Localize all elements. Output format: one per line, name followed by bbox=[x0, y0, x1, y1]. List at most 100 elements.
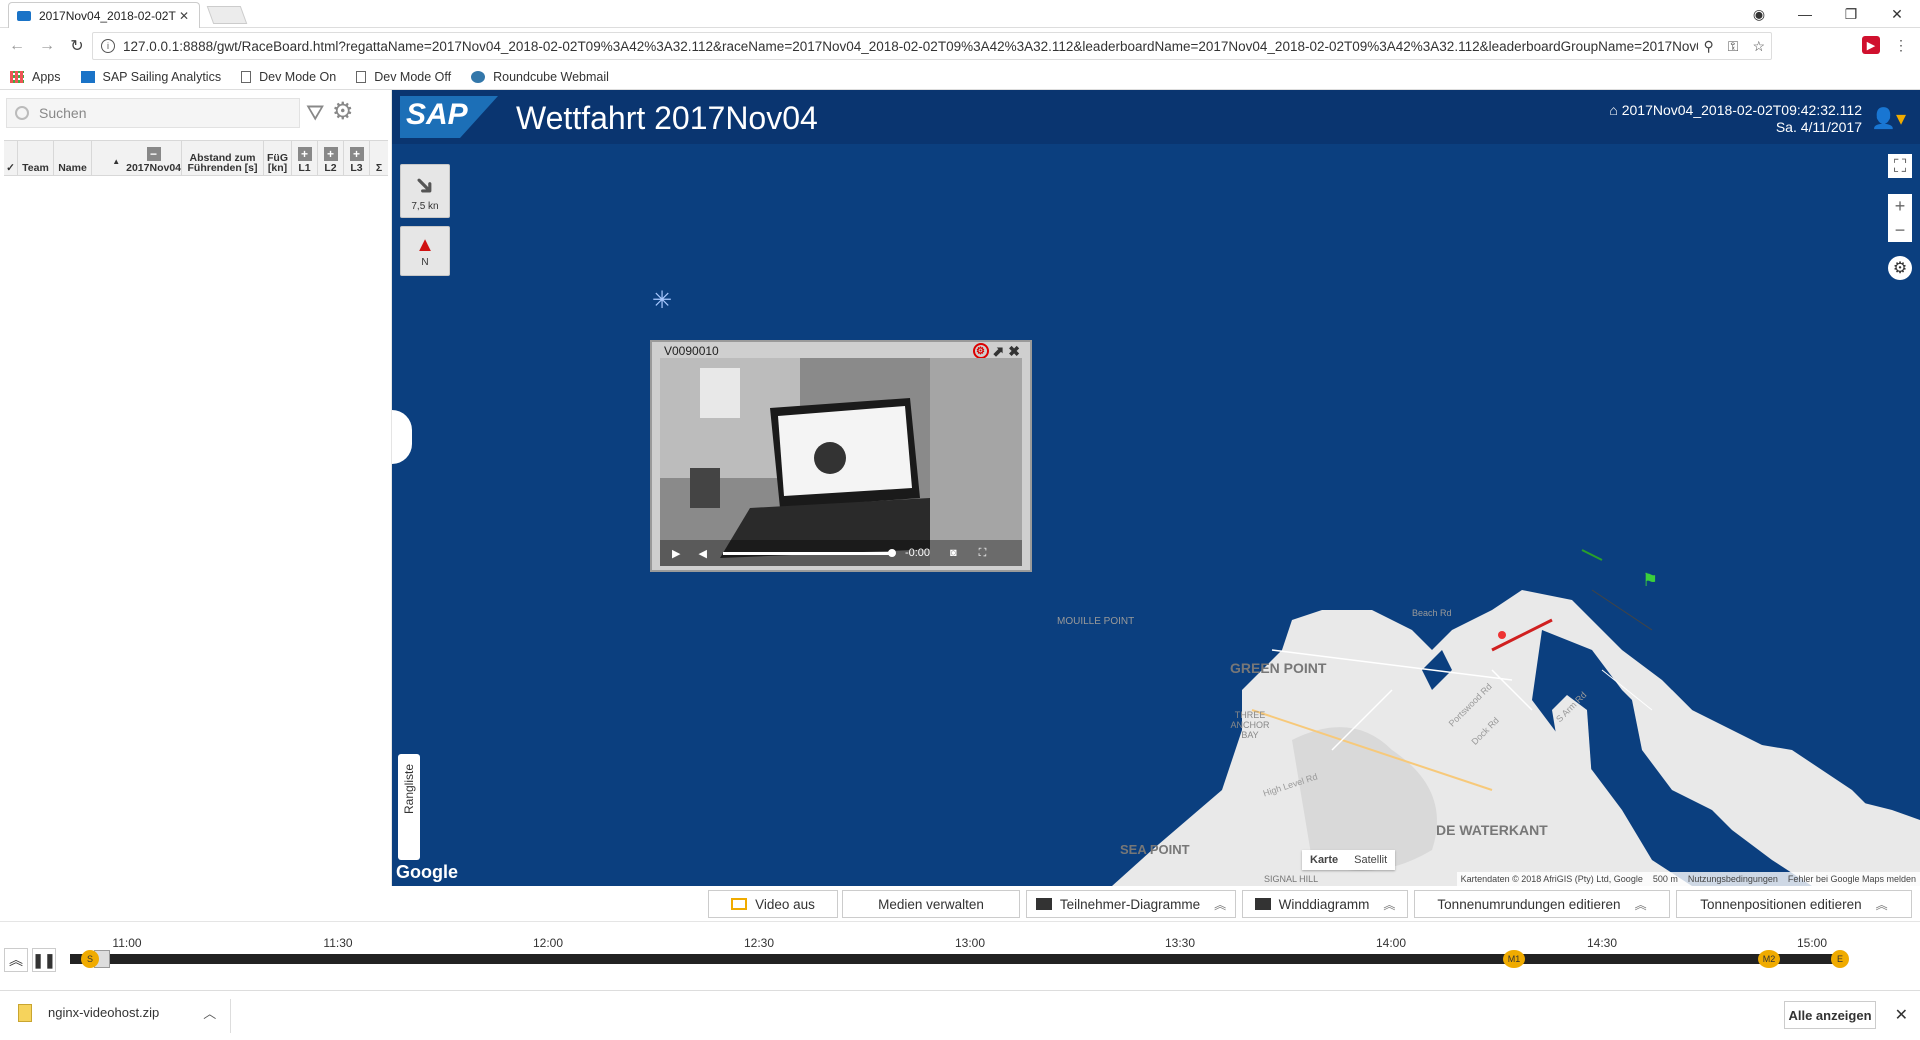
fullscreen-icon[interactable]: ⛶ bbox=[1888, 154, 1912, 178]
zoom-out-button[interactable]: − bbox=[1888, 218, 1912, 242]
bookmark-sap[interactable]: SAP Sailing Analytics bbox=[80, 69, 222, 84]
col-name[interactable]: Name bbox=[54, 141, 92, 175]
forward-button[interactable]: → bbox=[34, 33, 60, 59]
col-leg1[interactable]: + L1 bbox=[292, 141, 318, 175]
bookmark-label: SAP Sailing Analytics bbox=[102, 69, 222, 84]
edit-roundings-button[interactable]: Tonnenumrundungen editieren ︽ bbox=[1414, 890, 1670, 918]
url-field[interactable]: i 127.0.0.1:8888/gwt/RaceBoard.html?rega… bbox=[92, 32, 1772, 60]
extension-icon[interactable]: ▶ bbox=[1862, 36, 1880, 54]
participant-charts-button[interactable]: Teilnehmer-Diagramme ︽ bbox=[1026, 890, 1236, 918]
wind-sensor-icon[interactable]: ✳ bbox=[652, 286, 672, 315]
boat-marker[interactable] bbox=[1498, 631, 1506, 639]
end-marker[interactable]: E bbox=[1831, 950, 1849, 968]
bookmark-roundcube[interactable]: Roundcube Webmail bbox=[471, 70, 609, 84]
vr-icon[interactable]: ◙ bbox=[950, 547, 957, 559]
url-text: 127.0.0.1:8888/gwt/RaceBoard.html?regatt… bbox=[123, 38, 1738, 54]
wind-chart-button[interactable]: Winddiagramm ︽ bbox=[1242, 890, 1408, 918]
map-settings-icon[interactable]: ⚙ bbox=[1888, 256, 1912, 280]
profile-icon[interactable]: ◉ bbox=[1736, 0, 1782, 28]
home-icon[interactable]: ⌂ bbox=[1609, 102, 1621, 118]
bookmark-label: Apps bbox=[32, 69, 61, 84]
minimize-button[interactable]: — bbox=[1782, 0, 1828, 28]
sort-asc-icon: ▲ bbox=[112, 157, 121, 166]
menu-icon[interactable]: ⋮ bbox=[1892, 36, 1910, 54]
close-window-button[interactable]: ✕ bbox=[1874, 0, 1920, 28]
close-tab-icon[interactable]: ✕ bbox=[177, 9, 191, 23]
mute-icon[interactable]: ◀ bbox=[698, 547, 706, 560]
terms-link[interactable]: Nutzungsbedingungen bbox=[1688, 874, 1778, 884]
bookmark-label: Dev Mode Off bbox=[374, 69, 452, 84]
back-button[interactable]: ← bbox=[4, 33, 30, 59]
video-progress[interactable] bbox=[722, 548, 896, 557]
button-label: Tonnenpositionen editieren bbox=[1700, 896, 1862, 912]
map-label-sea-point: SEA POINT bbox=[1120, 842, 1190, 857]
timeline-track[interactable] bbox=[70, 954, 1842, 964]
zoom-icon[interactable]: ⚲ bbox=[1704, 38, 1714, 55]
expand-leg-button[interactable]: + bbox=[297, 147, 312, 161]
mark2-marker[interactable]: M2 bbox=[1758, 950, 1780, 968]
fullscreen-video-icon[interactable]: ⛶ bbox=[979, 547, 987, 560]
zoom-in-button[interactable]: + bbox=[1888, 194, 1912, 218]
user-menu-icon[interactable]: 👤▾ bbox=[1871, 106, 1906, 131]
collapse-race-button[interactable]: − bbox=[146, 147, 161, 161]
filter-icon[interactable]: ⛛ bbox=[306, 102, 328, 124]
manage-media-button[interactable]: Medien verwalten bbox=[842, 890, 1020, 918]
report-link[interactable]: Fehler bei Google Maps melden bbox=[1788, 874, 1916, 884]
bookmark-dev-off[interactable]: Dev Mode Off bbox=[356, 70, 451, 84]
wind-indicator[interactable]: ➜ 7,5 kn bbox=[400, 164, 450, 218]
collapse-timeline-icon[interactable]: ︽ bbox=[4, 948, 28, 972]
search-input[interactable]: Suchen bbox=[6, 98, 300, 128]
download-item[interactable]: nginx-videohost.zip ︿ bbox=[18, 1003, 216, 1022]
restore-button[interactable]: ❐ bbox=[1828, 0, 1874, 28]
video-popup[interactable]: V0090010 ⚙ ⬈ ✖ ▶ ◀ -0:00 ◙ ⛶ bbox=[650, 340, 1032, 572]
bookmarks-bar: Apps SAP Sailing Analytics Dev Mode On D… bbox=[0, 64, 1920, 90]
flag-icon[interactable]: ⚑ bbox=[1642, 570, 1658, 591]
close-downloads-icon[interactable]: ✕ bbox=[1895, 1005, 1908, 1025]
video-control-bar: ▶ ◀ -0:00 ◙ ⛶ bbox=[660, 540, 1022, 566]
video-frame[interactable]: ▶ ◀ -0:00 ◙ ⛶ bbox=[660, 358, 1022, 566]
video-progress-handle[interactable] bbox=[887, 548, 896, 557]
race-map[interactable]: MOUILLE POINT Beach Rd GREEN POINT THREE… bbox=[392, 90, 1920, 886]
race-timeline[interactable]: ︽ ❚❚ 11:00 11:30 12:00 12:30 13:00 13:30… bbox=[0, 922, 1920, 990]
settings-gear-icon[interactable]: ⚙ bbox=[332, 100, 354, 124]
map-label-green-point: GREEN POINT bbox=[1230, 660, 1327, 676]
col-speed[interactable]: FüG [kn] bbox=[264, 141, 292, 175]
new-tab-button[interactable] bbox=[206, 6, 248, 24]
col-leg2[interactable]: + L2 bbox=[318, 141, 344, 175]
rangliste-toggle[interactable]: Rangliste bbox=[398, 754, 420, 860]
info-icon[interactable]: i bbox=[101, 39, 115, 53]
col-team[interactable]: Team bbox=[18, 141, 54, 175]
col-gap[interactable]: Abstand zum Führenden [s] bbox=[182, 141, 264, 175]
north-indicator[interactable]: ▲ N bbox=[400, 226, 450, 276]
map-type-satellit[interactable]: Satellit bbox=[1346, 850, 1395, 870]
chevron-up-icon[interactable]: ︿ bbox=[203, 1003, 216, 1022]
map-type-karte[interactable]: Karte bbox=[1302, 850, 1346, 870]
start-marker[interactable]: S bbox=[81, 950, 99, 968]
show-all-button[interactable]: Alle anzeigen bbox=[1784, 1001, 1876, 1029]
map-label-beach: Beach Rd bbox=[1412, 608, 1452, 618]
col-leg3[interactable]: + L3 bbox=[344, 141, 370, 175]
col-race[interactable]: ▲ − 2017Nov04 bbox=[92, 141, 182, 175]
col-check[interactable]: ✓ bbox=[4, 141, 18, 175]
expand-leg-button[interactable]: + bbox=[349, 147, 364, 161]
time-label: 15:00 bbox=[1796, 936, 1828, 950]
pause-button[interactable]: ❚❚ bbox=[32, 948, 56, 972]
time-label: 13:30 bbox=[1164, 936, 1196, 950]
time-label: 11:00 bbox=[112, 936, 142, 950]
reload-button[interactable]: ↻ bbox=[64, 33, 90, 59]
star-icon[interactable]: ☆ bbox=[1752, 38, 1765, 55]
time-label: 12:00 bbox=[532, 936, 564, 950]
edit-positions-button[interactable]: Tonnenpositionen editieren ︽ bbox=[1676, 890, 1912, 918]
video-off-button[interactable]: Video aus bbox=[708, 890, 838, 918]
chevron-up-icon: ︽ bbox=[1875, 897, 1888, 912]
browser-tab[interactable]: 2017Nov04_2018-02-02T ✕ bbox=[8, 2, 200, 28]
col-sum[interactable]: Σ bbox=[370, 141, 388, 175]
mark1-marker[interactable]: M1 bbox=[1503, 950, 1525, 968]
expand-leg-button[interactable]: + bbox=[323, 147, 338, 161]
key-icon[interactable]: ⚿ bbox=[1728, 38, 1739, 55]
wind-arrow-icon: ➜ bbox=[407, 166, 444, 204]
bookmark-dev-on[interactable]: Dev Mode On bbox=[241, 70, 336, 84]
play-icon[interactable]: ▶ bbox=[672, 547, 680, 560]
bookmark-apps[interactable]: Apps bbox=[10, 70, 61, 84]
sync-icon[interactable]: ⚙ bbox=[972, 343, 989, 359]
